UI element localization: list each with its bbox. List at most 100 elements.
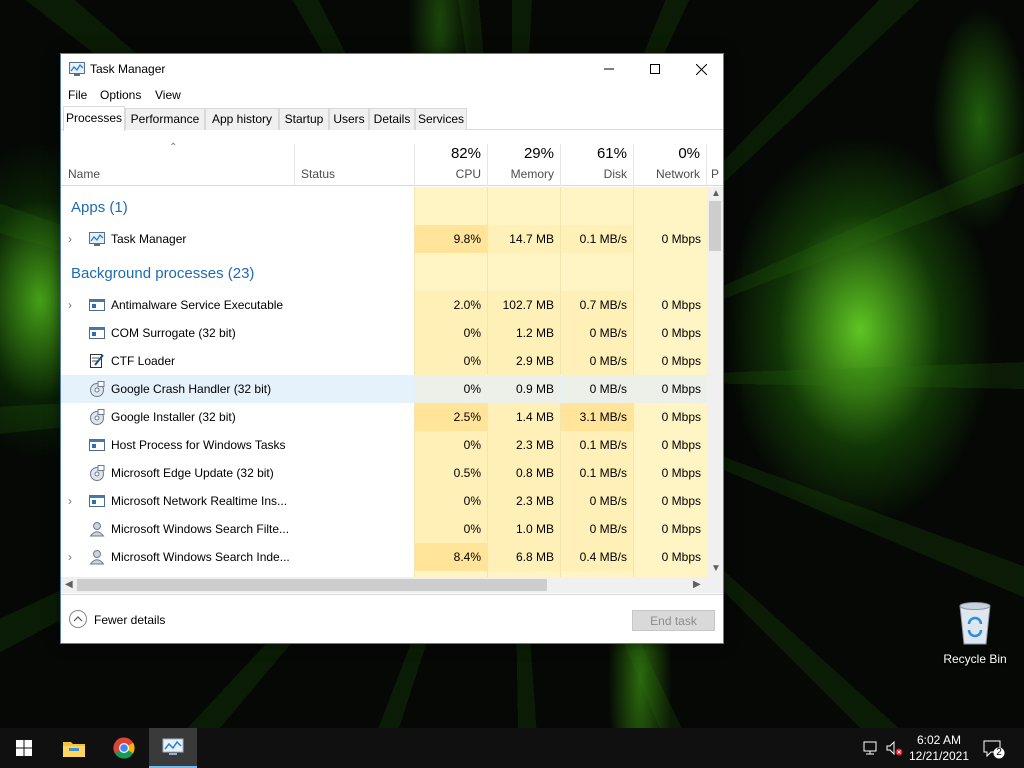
- process-network: 0 Mbps: [661, 410, 701, 424]
- column-separator[interactable]: [294, 144, 295, 186]
- process-row[interactable]: CTF Loader 0% 2.9 MB 0 MB/s 0 Mbps: [61, 347, 707, 375]
- tab-performance[interactable]: Performance: [125, 108, 205, 130]
- task-manager-icon: [69, 62, 85, 76]
- tab-startup[interactable]: Startup: [279, 108, 329, 130]
- column-power-partial[interactable]: P: [711, 167, 719, 181]
- scroll-right-arrow-icon[interactable]: ▶: [693, 579, 701, 590]
- collapse-chevron-icon[interactable]: [69, 610, 87, 628]
- service-window-icon: [89, 297, 105, 313]
- expand-chevron-icon[interactable]: ›: [68, 298, 72, 312]
- folder-icon: [63, 742, 85, 757]
- system-clock[interactable]: 6:02 AM 12/21/2021: [902, 732, 976, 764]
- column-memory[interactable]: Memory: [490, 167, 554, 181]
- scroll-down-arrow-icon[interactable]: ▼: [711, 563, 721, 574]
- process-row[interactable]: Google Crash Handler (32 bit) 0% 0.9 MB 0 M…: [61, 375, 707, 403]
- column-separator[interactable]: [706, 144, 707, 186]
- tab-services[interactable]: Services: [415, 108, 467, 130]
- volume-muted-icon[interactable]: [885, 739, 903, 757]
- recycle-bin-shortcut[interactable]: Recycle Bin: [938, 600, 1012, 666]
- search-user-icon: [89, 549, 105, 565]
- process-row[interactable]: › Microsoft Network Realtime Ins... 0% 2.3 …: [61, 487, 707, 515]
- tab-app-history[interactable]: App history: [205, 108, 279, 130]
- process-row[interactable]: Host Process for Windows Tasks 0% 2.3 MB 0.…: [61, 431, 707, 459]
- column-separator[interactable]: [560, 144, 561, 186]
- network-total-percent[interactable]: 0%: [636, 145, 700, 162]
- sort-up-icon: ⌃: [169, 142, 178, 153]
- horizontal-scroll-thumb[interactable]: [77, 579, 547, 591]
- process-name: CTF Loader: [111, 354, 176, 368]
- column-separator[interactable]: [633, 144, 634, 186]
- process-name: Google Installer (32 bit): [111, 410, 236, 424]
- tab-users[interactable]: Users: [329, 108, 369, 130]
- process-row[interactable]: Microsoft Windows Search Filte... 0% 1.0 M…: [61, 515, 707, 543]
- process-memory: 6.8 MB: [488, 543, 560, 571]
- chrome-button[interactable]: [100, 728, 148, 768]
- minimize-icon: [604, 68, 614, 70]
- process-row[interactable]: › Task Manager 9.8% 14.7 MB 0.1 MB/s 0 M…: [61, 225, 707, 253]
- window-title: Task Manager: [90, 62, 166, 76]
- group-background-header[interactable]: Background processes (23): [71, 265, 254, 282]
- horizontal-scrollbar[interactable]: ◀ ▶: [61, 577, 707, 593]
- process-cpu: 0%: [415, 487, 487, 515]
- process-cpu: 0%: [415, 375, 487, 403]
- fewer-details-link[interactable]: Fewer details: [94, 613, 165, 627]
- file-explorer-button[interactable]: [50, 728, 98, 768]
- vertical-scroll-thumb[interactable]: [709, 201, 721, 251]
- menu-options[interactable]: Options: [100, 88, 141, 102]
- process-disk: 0.7 MB/s: [561, 291, 633, 319]
- menu-file[interactable]: File: [68, 88, 87, 102]
- task-manager-window: Task Manager File Options View Processes…: [60, 53, 724, 644]
- process-cpu: 0.5%: [415, 459, 487, 487]
- column-cpu[interactable]: CPU: [417, 167, 481, 181]
- cpu-total-percent[interactable]: 82%: [417, 145, 481, 162]
- maximize-button[interactable]: [632, 54, 678, 84]
- network-icon[interactable]: [862, 739, 880, 757]
- disk-total-percent[interactable]: 61%: [563, 145, 627, 162]
- process-cpu: 2.0%: [415, 291, 487, 319]
- process-memory: 1.4 MB: [488, 403, 560, 431]
- process-memory: 0.8 MB: [488, 459, 560, 487]
- clock-date: 12/21/2021: [908, 749, 970, 763]
- tab-details[interactable]: Details: [369, 108, 415, 130]
- process-row[interactable]: Google Installer (32 bit) 2.5% 1.4 MB 3.1 M…: [61, 403, 707, 431]
- search-user-icon: [89, 521, 105, 537]
- memory-total-percent[interactable]: 29%: [490, 145, 554, 162]
- column-separator[interactable]: [414, 144, 415, 186]
- column-status[interactable]: Status: [301, 167, 335, 181]
- recycle-bin-label: Recycle Bin: [943, 652, 1007, 666]
- menu-bar: File Options View: [61, 84, 723, 106]
- process-network: 0 Mbps: [661, 522, 701, 536]
- column-separator[interactable]: [487, 144, 488, 186]
- start-button[interactable]: [0, 728, 48, 768]
- process-cpu: 0%: [415, 347, 487, 375]
- process-memory: 2.3 MB: [488, 431, 560, 459]
- process-disk: 0.1 MB/s: [561, 431, 633, 459]
- tab-processes[interactable]: Processes: [63, 106, 125, 131]
- process-cpu: 2.5%: [415, 403, 487, 431]
- group-apps-header[interactable]: Apps (1): [71, 199, 128, 216]
- menu-view[interactable]: View: [155, 88, 181, 102]
- process-memory: 14.7 MB: [488, 225, 560, 253]
- process-row[interactable]: Microsoft Edge Update (32 bit) 0.5% 0.8 MB…: [61, 459, 707, 487]
- expand-chevron-icon[interactable]: ›: [68, 550, 72, 564]
- column-network[interactable]: Network: [636, 167, 700, 181]
- end-task-button[interactable]: End task: [632, 610, 715, 631]
- task-manager-taskbar-button[interactable]: [149, 728, 197, 768]
- column-disk[interactable]: Disk: [563, 167, 627, 181]
- process-row[interactable]: COM Surrogate (32 bit) 0% 1.2 MB 0 MB/s 0 Mb…: [61, 319, 707, 347]
- process-name: Microsoft Network Realtime Ins...: [111, 494, 288, 508]
- expand-chevron-icon[interactable]: ›: [68, 494, 72, 508]
- expand-chevron-icon[interactable]: ›: [68, 232, 72, 246]
- action-center-button[interactable]: 2: [983, 739, 1005, 759]
- scroll-up-arrow-icon[interactable]: ▲: [711, 188, 721, 199]
- close-icon: [695, 63, 707, 75]
- title-bar[interactable]: Task Manager: [61, 54, 723, 84]
- close-button[interactable]: [678, 54, 724, 84]
- process-row[interactable]: › Antimalware Service Executable 2.0% 102.7…: [61, 291, 707, 319]
- scroll-left-arrow-icon[interactable]: ◀: [65, 579, 73, 590]
- minimize-button[interactable]: [586, 54, 632, 84]
- process-row[interactable]: › Microsoft Windows Search Inde... 8.4% 6.8…: [61, 543, 707, 571]
- vertical-scrollbar[interactable]: ▲ ▼: [707, 187, 723, 577]
- column-name[interactable]: Name: [68, 167, 100, 181]
- maximize-icon: [650, 64, 660, 74]
